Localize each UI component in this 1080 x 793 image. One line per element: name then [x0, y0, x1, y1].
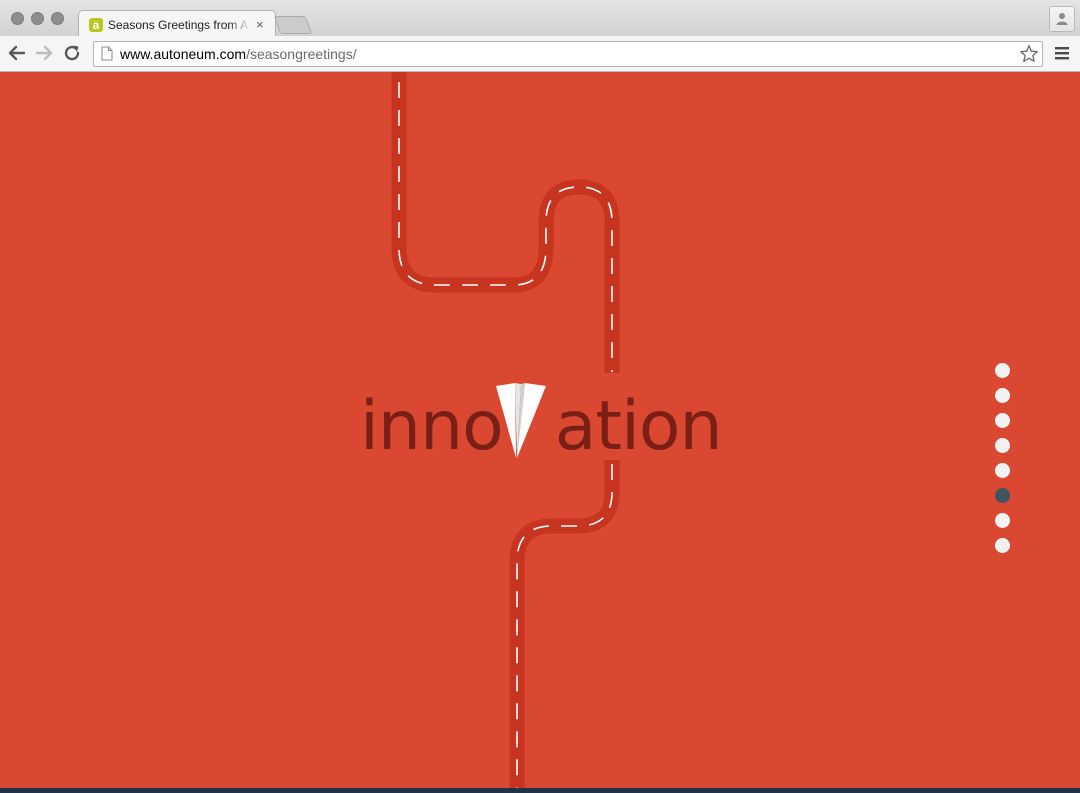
- profile-button[interactable]: [1049, 6, 1075, 32]
- tab-title: Seasons Greetings from Autoneum: [108, 17, 250, 32]
- slide-pagination: [995, 363, 1010, 563]
- close-window-button[interactable]: [11, 12, 24, 25]
- wordmark-suffix: ation: [554, 387, 723, 466]
- title-bar: a Seasons Greetings from Autoneum ×: [0, 0, 1080, 38]
- pagination-dot[interactable]: [995, 513, 1010, 528]
- road-upper: [391, 72, 620, 373]
- browser-tab-content[interactable]: a Seasons Greetings from Autoneum ×: [86, 12, 270, 37]
- wordmark-prefix: inno: [360, 387, 504, 466]
- autoneum-favicon-icon: a: [89, 17, 103, 32]
- menu-icon[interactable]: [1054, 44, 1070, 62]
- browser-window: a Seasons Greetings from Autoneum ×: [0, 0, 1080, 793]
- pagination-dot[interactable]: [995, 363, 1010, 378]
- lane-marking-lower: [516, 464, 613, 788]
- address-bar[interactable]: www.autoneum.com/seasongreetings/: [93, 41, 1043, 67]
- reload-icon[interactable]: [62, 43, 82, 63]
- bottom-bar: [0, 788, 1080, 793]
- browser-toolbar: www.autoneum.com/seasongreetings/: [0, 36, 1080, 72]
- new-tab-button[interactable]: [273, 16, 313, 34]
- minimize-window-button[interactable]: [31, 12, 44, 25]
- pagination-dot[interactable]: [995, 413, 1010, 428]
- tab-close-icon[interactable]: ×: [256, 18, 264, 31]
- url-path: /seasongreetings/: [246, 46, 357, 62]
- back-arrow-icon[interactable]: [7, 43, 27, 63]
- profile-icon: [1056, 13, 1068, 25]
- lane-marking-upper: [398, 82, 613, 372]
- pagination-dot-active[interactable]: [995, 488, 1010, 503]
- pagination-dot[interactable]: [995, 388, 1010, 403]
- pagination-dot[interactable]: [995, 538, 1010, 553]
- road-lower: [509, 460, 620, 788]
- page-icon: [101, 46, 113, 61]
- paper-plane-icon: [496, 383, 546, 458]
- page-content: inno ation: [0, 72, 1080, 788]
- pagination-dot[interactable]: [995, 463, 1010, 478]
- zoom-window-button[interactable]: [51, 12, 64, 25]
- url-text[interactable]: www.autoneum.com/seasongreetings/: [120, 46, 357, 62]
- url-host: www.autoneum.com: [120, 46, 247, 62]
- forward-arrow-icon[interactable]: [34, 43, 54, 63]
- pagination-dot[interactable]: [995, 438, 1010, 453]
- star-icon[interactable]: [1019, 44, 1039, 64]
